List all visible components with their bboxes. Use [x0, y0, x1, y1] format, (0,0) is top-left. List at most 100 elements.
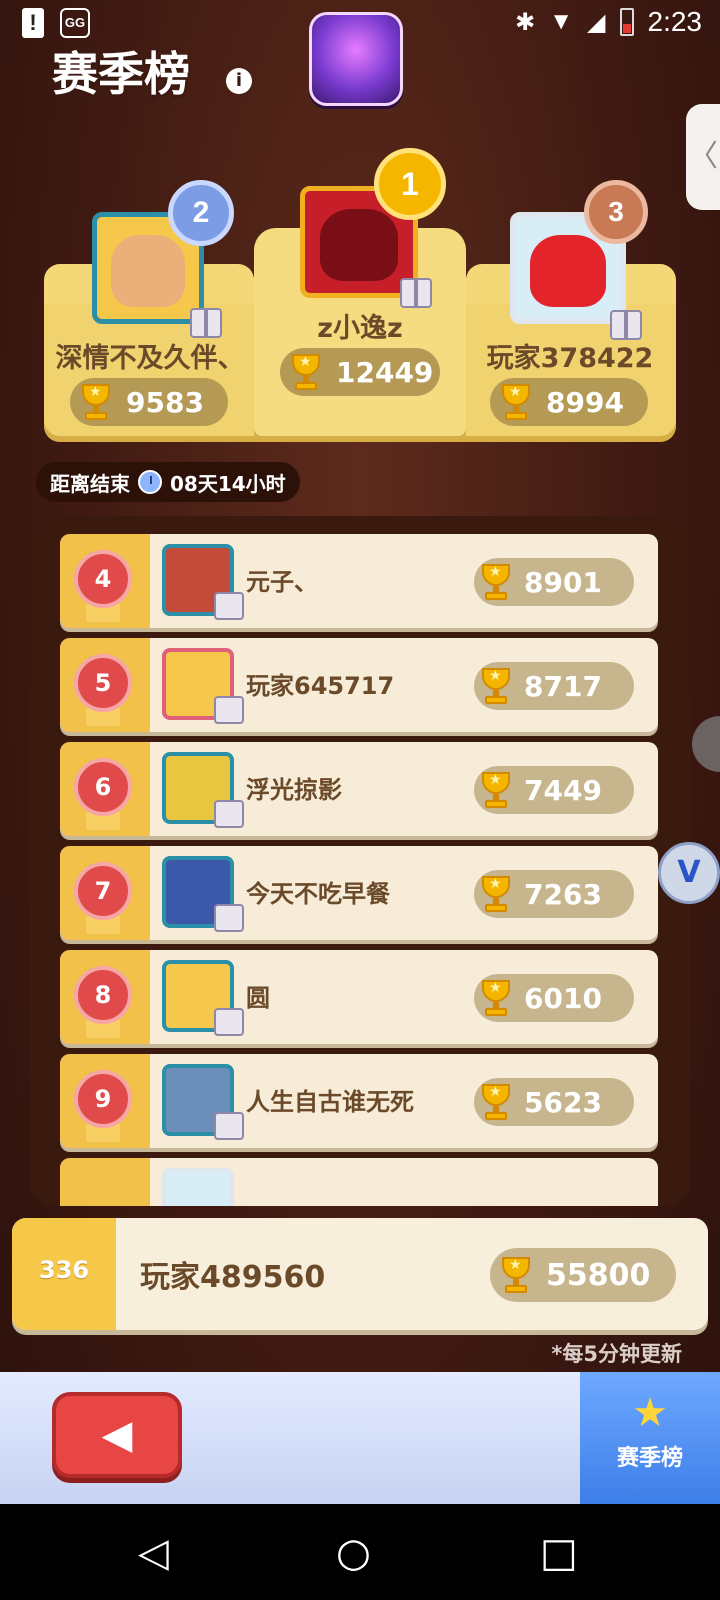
player-name: 元子、 — [246, 568, 318, 596]
leaderboard-row[interactable]: 8 圆 ★ 6010 — [60, 950, 658, 1044]
trophy-icon: ★ — [76, 382, 116, 422]
countdown-value: 08天14小时 — [170, 471, 286, 496]
silver-medal-icon: 2 — [168, 180, 234, 246]
player-name: 玩家645717 — [246, 672, 395, 700]
leaderboard-row[interactable]: 6 浮光掠影 ★ 7449 — [60, 742, 658, 836]
trophy-icon: ★ — [476, 770, 516, 810]
alert-icon: ! — [22, 8, 44, 38]
my-rank-number: 336 — [38, 1256, 90, 1284]
info-icon[interactable]: i — [226, 68, 252, 94]
page-title: 赛季榜 — [52, 47, 190, 101]
bluetooth-icon: ✱ — [515, 8, 536, 36]
gift-icon[interactable] — [214, 904, 244, 932]
player-score: ★ 6010 — [474, 974, 634, 1022]
player-name: 浮光掠影 — [246, 776, 342, 804]
trophy-icon: ★ — [476, 562, 516, 602]
bronze-medal-icon: 3 — [584, 180, 648, 244]
leaderboard-row[interactable]: 4 元子、 ★ 8901 — [60, 534, 658, 628]
floating-button[interactable] — [692, 716, 720, 772]
third-place-score: ★ 8994 — [490, 378, 648, 426]
avatar[interactable] — [162, 1168, 234, 1206]
system-nav-bar: ◁ ○ □ — [0, 1504, 720, 1600]
gift-icon[interactable] — [214, 1112, 244, 1140]
tab-season-ranking[interactable]: ★ 赛季榜 — [580, 1372, 720, 1504]
status-left-icons: ! GG — [22, 8, 90, 38]
trophy-icon: ★ — [496, 1255, 536, 1295]
trophy-icon: ★ — [476, 666, 516, 706]
player-score: ★ 5623 — [474, 1078, 634, 1126]
battery-icon — [619, 8, 634, 36]
player-name: 今天不吃早餐 — [246, 880, 390, 908]
gift-icon[interactable] — [214, 696, 244, 724]
score-value: 7263 — [524, 877, 602, 911]
trophy-icon: ★ — [476, 1082, 516, 1122]
player-name: 圆 — [246, 984, 270, 1012]
score-value: 9583 — [126, 385, 204, 419]
screen: ! GG ✱ ▼ ◢ 2:23 赛季榜 i 〈 2 深情不及久伴、 ★ 9583… — [0, 0, 720, 1600]
side-collapse-tab[interactable]: 〈 — [686, 104, 720, 210]
v-badge-icon[interactable]: V — [658, 842, 720, 904]
score-value: 8901 — [524, 565, 602, 599]
trophy-icon: ★ — [476, 874, 516, 914]
gift-icon[interactable] — [214, 592, 244, 620]
bottom-bar: ◀ ★ 赛季榜 — [0, 1372, 720, 1504]
clock-time: 2:23 — [647, 6, 703, 37]
player-name: 人生自古谁无死 — [246, 1088, 414, 1116]
trophy-star-icon: ★ — [632, 1390, 668, 1436]
score-value: 5623 — [524, 1085, 602, 1119]
trophy-icon: ★ — [476, 978, 516, 1018]
avatar-face — [529, 235, 607, 307]
rank-badge: 4 — [74, 550, 132, 608]
avatar-face — [320, 209, 398, 281]
gift-icon[interactable] — [400, 278, 432, 308]
tab-label: 赛季榜 — [616, 1446, 683, 1471]
score-value: 12449 — [336, 355, 434, 389]
gift-icon[interactable] — [190, 308, 222, 338]
first-place-score: ★ 12449 — [280, 348, 440, 396]
my-score: ★ 55800 — [490, 1248, 676, 1302]
first-place-name: z小逸z — [317, 313, 403, 344]
score-value: 8717 — [524, 669, 602, 703]
player-score: ★ 8717 — [474, 662, 634, 710]
player-score: ★ 7449 — [474, 766, 634, 814]
player-score: ★ 7263 — [474, 870, 634, 918]
second-place-score: ★ 9583 — [70, 378, 228, 426]
back-button[interactable]: ◀ — [52, 1392, 182, 1478]
leaderboard-row[interactable]: 7 今天不吃早餐 ★ 7263 — [60, 846, 658, 940]
rank-badge: 7 — [74, 862, 132, 920]
rank-badge: 6 — [74, 758, 132, 816]
leaderboard-list[interactable]: 4 元子、 ★ 8901 5 玩家645717 ★ 8717 6 浮光掠影 ★ … — [30, 516, 690, 1206]
rank-badge: 8 — [74, 966, 132, 1024]
clock-icon — [138, 470, 162, 494]
nav-home-icon[interactable]: ○ — [336, 1530, 371, 1576]
leaderboard-row[interactable]: 5 玩家645717 ★ 8717 — [60, 638, 658, 732]
score-value: 55800 — [546, 1257, 651, 1293]
season-emblem-icon[interactable] — [309, 12, 403, 106]
leaderboard-row[interactable]: 9 人生自古谁无死 ★ 5623 — [60, 1054, 658, 1148]
score-value: 6010 — [524, 981, 602, 1015]
status-right-icons: ✱ ▼ ◢ 2:23 — [515, 6, 702, 38]
countdown-label: 距离结束 — [50, 471, 130, 496]
second-place-name: 深情不及久伴、 — [55, 343, 245, 374]
my-rank-bar[interactable]: 336 玩家489560 ★ 55800 — [12, 1218, 708, 1330]
leaderboard-row-partial[interactable] — [60, 1158, 658, 1206]
trophy-icon: ★ — [286, 352, 326, 392]
nav-back-icon[interactable]: ◁ — [138, 1530, 169, 1576]
gift-icon[interactable] — [214, 800, 244, 828]
signal-icon: ◢ — [587, 8, 606, 36]
season-countdown: 距离结束 08天14小时 — [36, 462, 300, 502]
wifi-icon: ▼ — [549, 8, 574, 35]
rank-badge: 5 — [74, 654, 132, 712]
gift-icon[interactable] — [214, 1008, 244, 1036]
avatar-face — [111, 235, 185, 307]
rank-badge: 9 — [74, 1070, 132, 1128]
gg-icon: GG — [60, 8, 90, 38]
gold-medal-icon: 1 — [374, 148, 446, 220]
nav-recents-icon[interactable]: □ — [540, 1530, 578, 1576]
my-player-name: 玩家489560 — [140, 1260, 326, 1295]
rank-background — [60, 1158, 150, 1206]
score-value: 7449 — [524, 773, 602, 807]
update-note: *每5分钟更新 — [551, 1342, 682, 1366]
player-score: ★ 8901 — [474, 558, 634, 606]
trophy-icon: ★ — [496, 382, 536, 422]
